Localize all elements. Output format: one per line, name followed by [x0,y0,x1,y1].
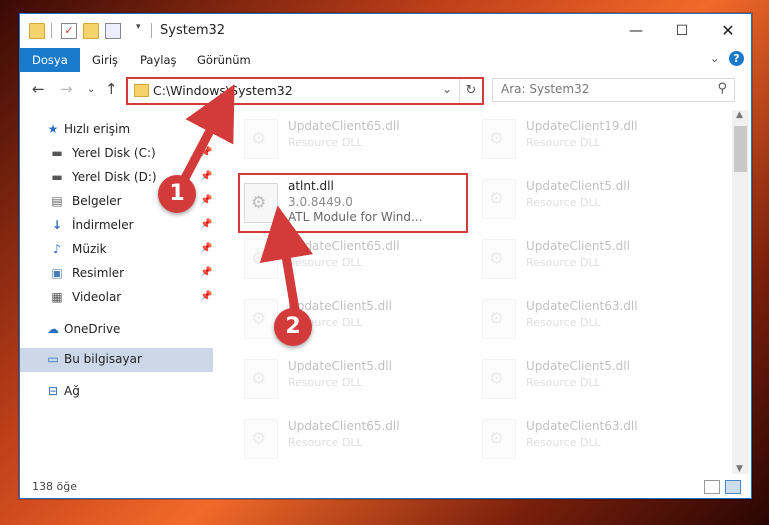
arrow-step-1 [179,84,235,185]
arrow-step-2 [259,205,314,315]
annotation-arrows [179,84,314,315]
step-2-badge: 2 [274,308,312,346]
step-1-badge: 1 [158,175,196,213]
